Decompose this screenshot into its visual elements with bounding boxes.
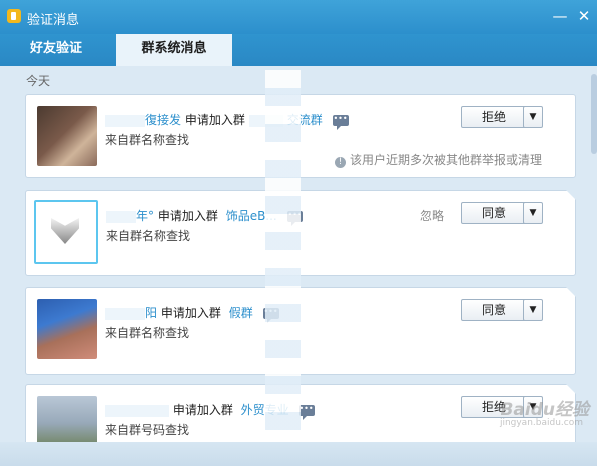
user-name-link[interactable]: 年°	[136, 209, 154, 223]
group-name-link[interactable]: 假群	[229, 306, 253, 320]
action-dropdown[interactable]: ▼	[523, 299, 543, 321]
request-source: 来自群名称查找	[105, 133, 190, 147]
tab-bar: 好友验证 群系统消息	[0, 34, 597, 66]
avatar	[37, 106, 97, 166]
date-header: 今天	[26, 74, 51, 88]
report-warning: ! 该用户近期多次被其他群举报或清理	[334, 151, 542, 168]
request-source: 来自群名称查找	[105, 326, 190, 340]
accept-button[interactable]: 同意	[461, 202, 527, 224]
close-button[interactable]: ✕	[575, 7, 593, 25]
watermark-logo: Baidu经验	[500, 400, 589, 420]
window-title: 验证消息	[27, 13, 80, 28]
user-name-link[interactable]: 復接发	[145, 113, 181, 127]
page-fold	[566, 287, 576, 297]
page-fold	[566, 190, 576, 200]
request-source: 来自群号码查找	[105, 423, 190, 437]
request-line: 阳 申请加入群 假群 •••	[105, 304, 279, 323]
chevron-down-icon: ▼	[529, 305, 537, 315]
redacted-text	[106, 210, 136, 223]
speaker-icon	[7, 9, 21, 23]
minimize-button[interactable]: —	[551, 7, 569, 25]
chevron-down-icon: ▼	[529, 112, 537, 122]
redaction-mosaic	[265, 70, 301, 440]
titlebar: 验证消息 — ✕	[0, 0, 597, 34]
redacted-text	[105, 307, 145, 320]
tab-group-system-messages[interactable]: 群系统消息	[116, 34, 232, 66]
redacted-text	[105, 114, 145, 127]
user-name-link[interactable]: 阳	[145, 306, 157, 320]
info-icon: !	[334, 157, 346, 168]
request-verb: 申请加入群	[184, 113, 245, 127]
warning-text: 该用户近期多次被其他群举报或清理	[349, 153, 542, 167]
reject-button[interactable]: 拒绝	[461, 106, 527, 128]
verification-window: 验证消息 — ✕ 好友验证 群系统消息 今天 復接发 申请加入群 交流群 •••…	[0, 0, 597, 466]
scrollbar[interactable]	[591, 66, 597, 442]
page-fold	[566, 384, 576, 394]
scrollbar-thumb[interactable]	[591, 74, 597, 154]
avatar	[34, 200, 98, 264]
request-line: 復接发 申请加入群 交流群 •••	[105, 111, 349, 130]
chat-bubble-icon[interactable]: •••	[332, 115, 349, 130]
chevron-down-icon: ▼	[529, 208, 537, 218]
bottom-bar	[0, 442, 597, 466]
avatar	[37, 299, 97, 359]
avatar	[37, 396, 97, 442]
tab-friend-verification[interactable]: 好友验证	[0, 34, 112, 66]
redacted-text	[105, 404, 169, 417]
action-dropdown[interactable]: ▼	[523, 106, 543, 128]
heart-image	[51, 218, 79, 244]
watermark-url: jingyan.baidu.com	[499, 418, 583, 428]
accept-button[interactable]: 同意	[461, 299, 527, 321]
request-verb: 申请加入群	[160, 306, 221, 320]
ignore-link[interactable]: 忽略	[420, 207, 444, 224]
request-source: 来自群名称查找	[106, 229, 191, 243]
request-verb: 申请加入群	[172, 403, 233, 417]
request-verb: 申请加入群	[157, 209, 218, 223]
action-dropdown[interactable]: ▼	[523, 202, 543, 224]
